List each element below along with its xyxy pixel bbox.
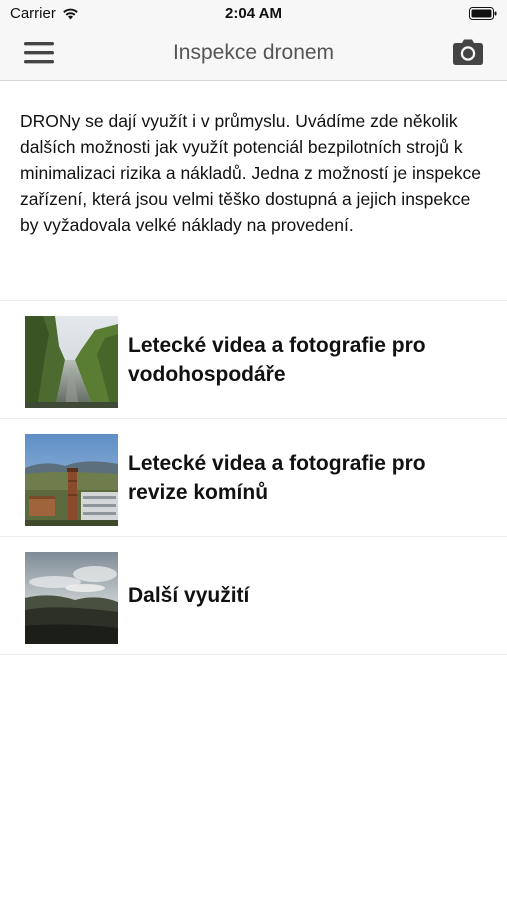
list-item[interactable]: Letecké videa a fotografie pro revize ko… bbox=[0, 418, 507, 536]
list-item-title: Letecké videa a fotografie pro revize ko… bbox=[128, 451, 426, 504]
landscape-thumbnail bbox=[25, 552, 118, 644]
camera-icon bbox=[453, 39, 483, 65]
nav-bar: Inspekce dronem bbox=[0, 28, 507, 81]
page-title: Inspekce dronem bbox=[172, 41, 335, 64]
list-item-title: Letecké videa a fotografie pro vodohospo… bbox=[128, 333, 426, 386]
services-list: Letecké videa a fotografie pro vodohospo… bbox=[0, 300, 507, 655]
camera-button[interactable] bbox=[451, 38, 485, 68]
status-bar: Carrier 2:04 AM bbox=[0, 0, 507, 28]
river-thumbnail bbox=[25, 316, 118, 408]
status-time: 2:04 AM bbox=[225, 5, 282, 22]
list-item-title: Další využití bbox=[128, 584, 250, 607]
chimney-thumbnail bbox=[25, 434, 118, 526]
list-item[interactable]: Další využití bbox=[0, 536, 507, 655]
battery-icon bbox=[469, 7, 497, 20]
list-item[interactable]: Letecké videa a fotografie pro vodohospo… bbox=[0, 300, 507, 418]
app-screen: Carrier 2:04 AM Inspekce dronem DRONy se… bbox=[0, 0, 507, 900]
intro-paragraph: DRONy se dají využít i v průmyslu. Uvádí… bbox=[20, 111, 482, 235]
